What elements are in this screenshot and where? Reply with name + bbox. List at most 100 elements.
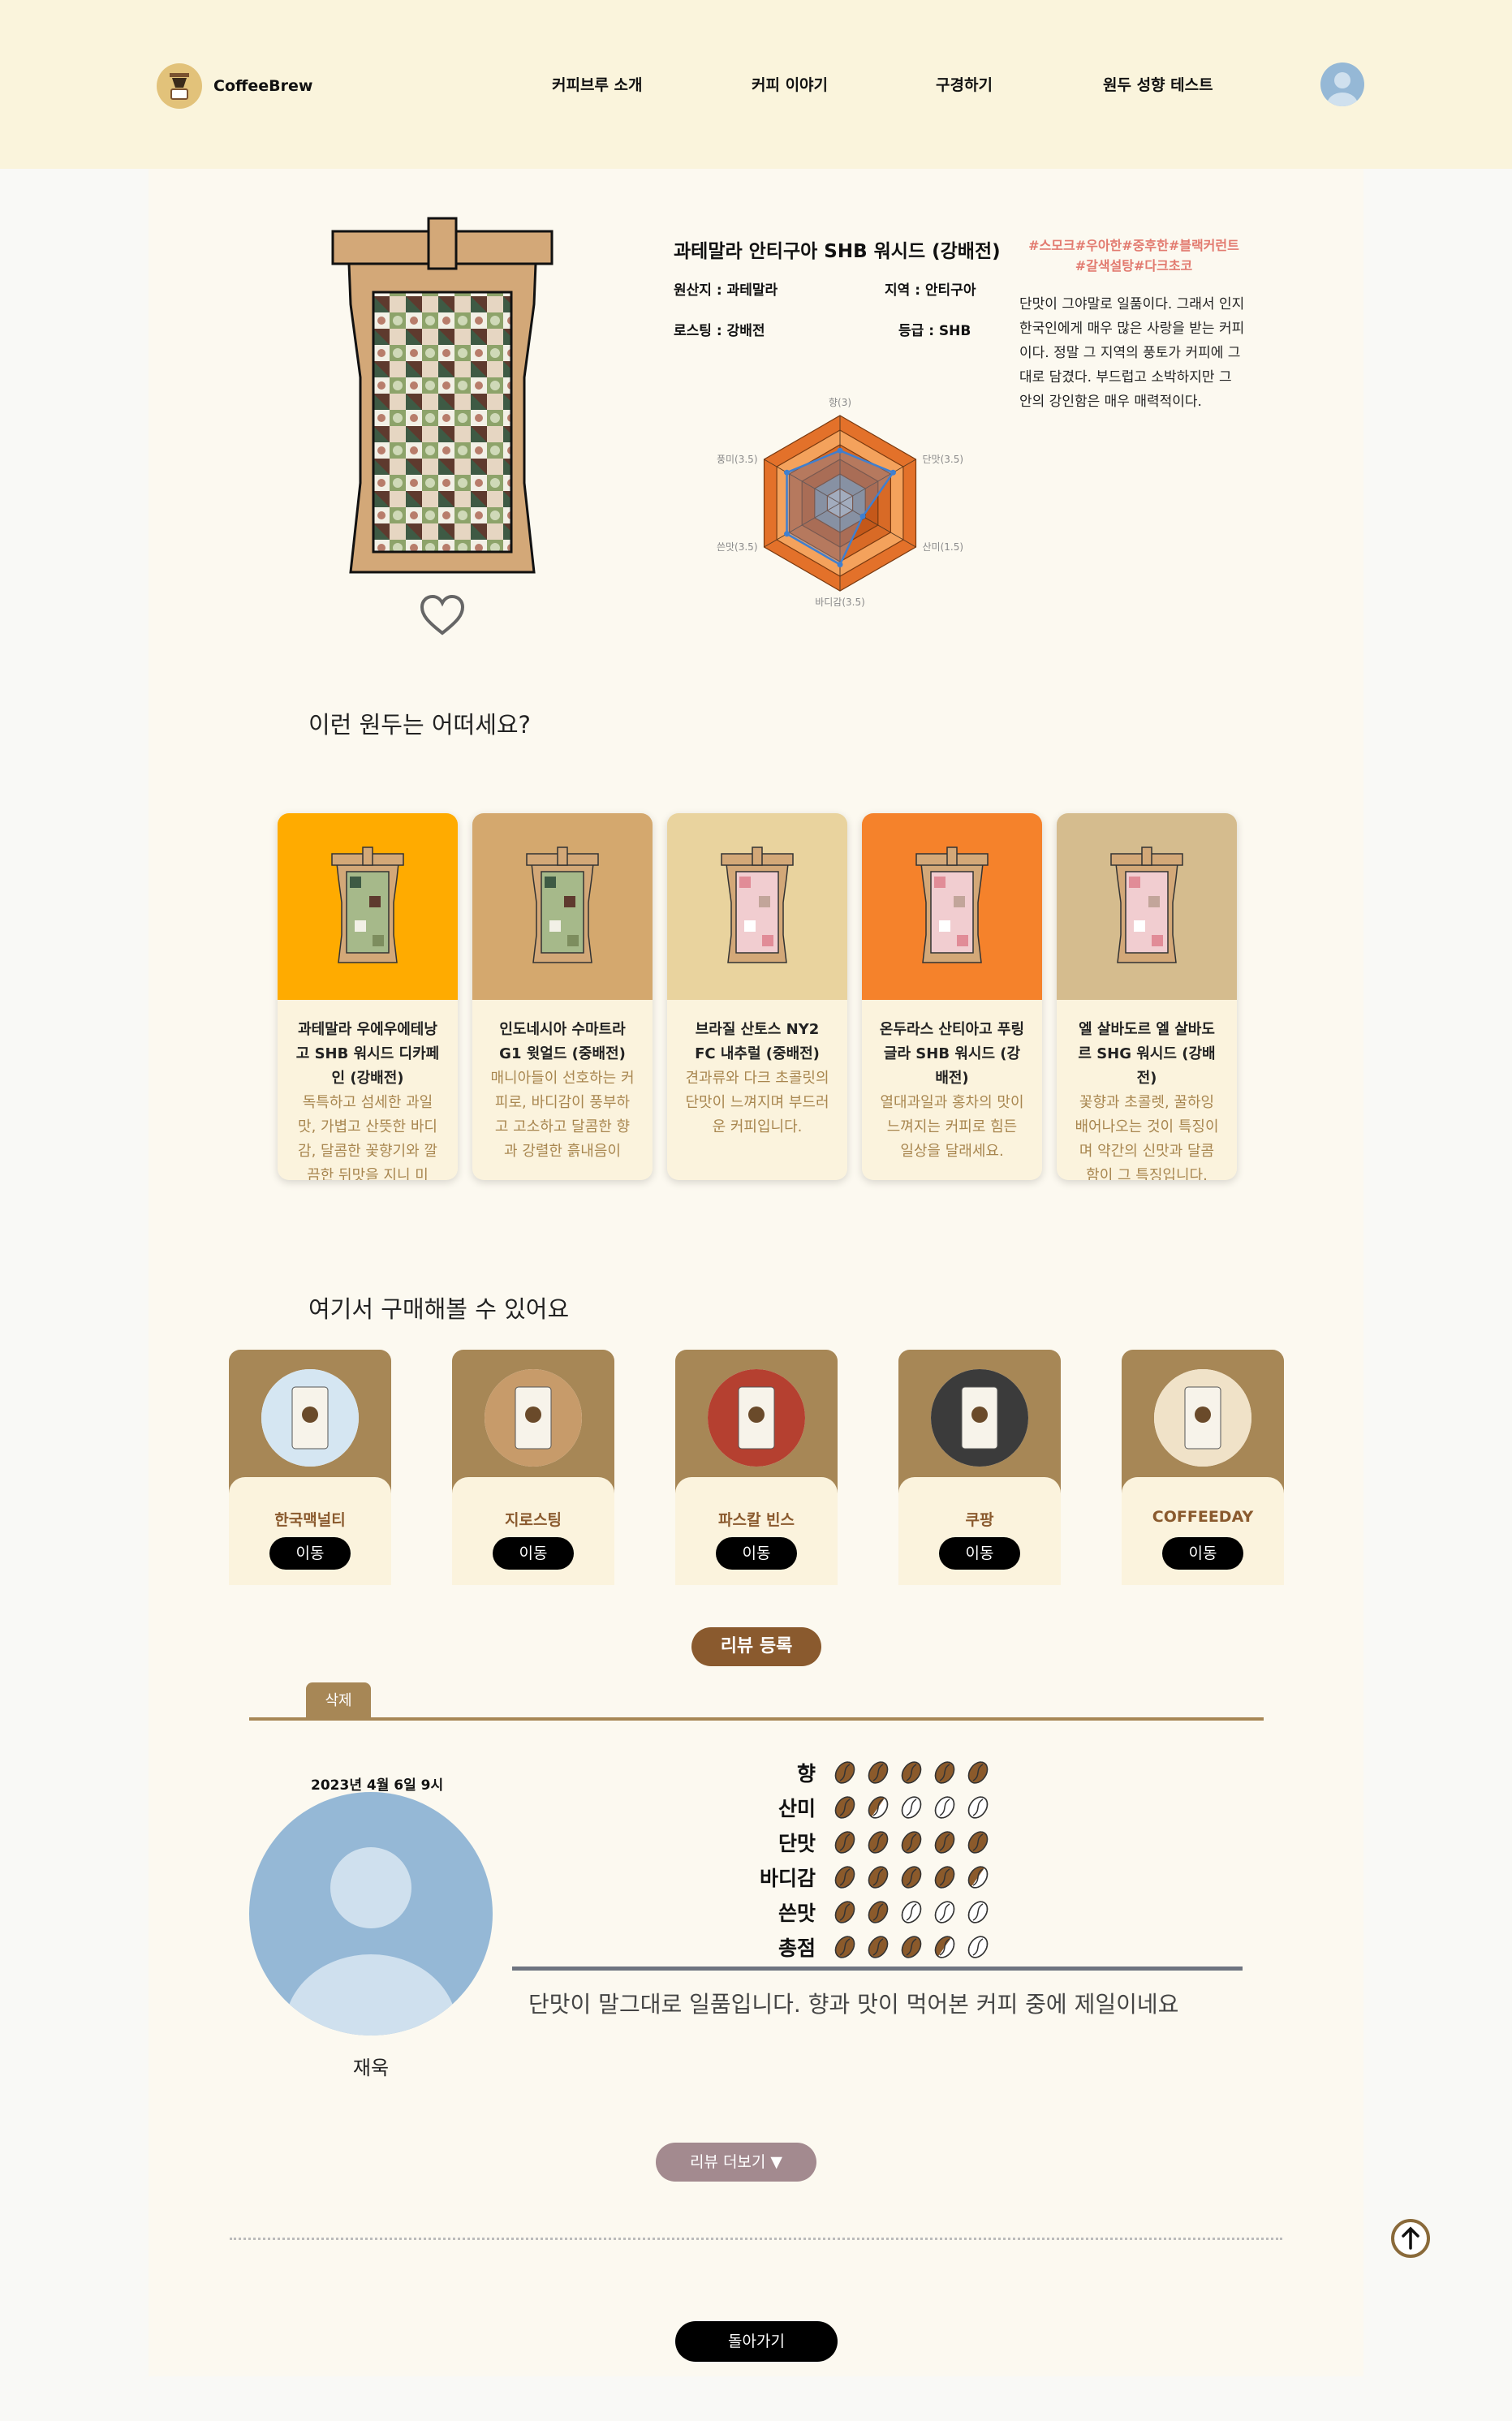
nav-bean-test[interactable]: 원두 성향 테스트 [1103,73,1213,95]
rating-beans [832,1829,991,1855]
scroll-top-icon[interactable] [1390,2218,1431,2259]
tags-line-1: #스모크#우아한#중후한#블랙커런트 [1028,238,1239,253]
rating-beans [832,1899,991,1925]
recommend-card[interactable]: 브라질 산토스 NY2 FC 내추럴 (중배전) 견과류와 다크 초콜릿의 단맛이… [667,813,847,1180]
shop-go-button[interactable]: 이동 [269,1537,351,1570]
coffee-bag-icon [526,846,599,963]
product-region: 지역 : 안티구아 [885,282,976,299]
coffee-bean-icon [868,1796,889,1819]
coffee-bag-icon [331,846,404,963]
recommend-card-desc: 열대과일과 홍차의 맛이 느껴지는 커피로 힘든 일상을 달래세요. [880,1094,1024,1160]
coffee-bean-icon [934,1796,955,1819]
recommend-card[interactable]: 온두라스 산티아고 푸링글라 SHB 워시드 (강배전) 열대과일과 홍차의 맛이… [862,813,1042,1180]
shop-card: COFFEEDAY 이동 [1122,1350,1284,1585]
shop-name: 지로스팅 [505,1511,562,1529]
recommend-card-desc: 독특하고 섬세한 과일맛, 가볍고 산뜻한 바디감, 달콤한 꽃향기와 깔끔한 … [298,1094,437,1180]
shop-go-button[interactable]: 이동 [493,1537,574,1570]
coffee-bean-icon [834,1936,855,1958]
more-reviews-button[interactable]: 리뷰 더보기 ▼ [656,2143,816,2182]
shop-card: 한국맥널티이동 [229,1350,391,1585]
coffee-bag-icon [915,846,989,963]
coffee-bean-icon [967,1761,989,1784]
shop-image [485,1369,582,1467]
recommend-card-name: 과테말라 우에우에테낭고 SHB 워시드 디카페인 (강배전) [295,1021,440,1087]
reviewer-avatar [249,1792,493,2035]
top-header: CoffeeBrew 커피브루 소개 커피 이야기 구경하기 원두 성향 테스트 [0,0,1512,169]
product-tags: #스모크#우아한#중후한#블랙커런트 #갈색설탕#다크초코 [1016,235,1251,276]
coffee-bean-icon [967,1936,989,1958]
shop-go-button[interactable]: 이동 [716,1537,797,1570]
radar-label: 향(3) [829,397,851,408]
review-divider [249,1717,1264,1721]
coffee-bean-icon [967,1831,989,1854]
logo[interactable]: CoffeeBrew [157,63,312,109]
back-button[interactable]: 돌아가기 [675,2321,838,2362]
nav-story[interactable]: 커피 이야기 [752,73,828,95]
coffee-bean-icon [901,1936,922,1958]
radar-label: 산미(1.5) [923,541,964,553]
radar-label: 쓴맛(3.5) [717,541,758,553]
recommend-card-image [472,813,653,1000]
coffee-bean-icon [967,1796,989,1819]
user-avatar[interactable] [1320,62,1364,106]
coffee-cup-icon [157,63,202,109]
shop-card: 파스칼 빈스이동 [675,1350,838,1585]
radar-data-point [784,469,790,476]
coffee-bean-icon [901,1866,922,1889]
recommend-card[interactable]: 인도네시아 수마트라 G1 윗얼드 (중배전) 매니아들이 선호하는 커피로, 바… [472,813,653,1180]
nav-about[interactable]: 커피브루 소개 [552,73,643,95]
heart-icon[interactable] [420,594,465,636]
recommend-card-image [1057,813,1237,1000]
product-title: 과테말라 안티구아 SHB 워시드 (강배전) [674,241,1001,262]
review-text: 단맛이 말그대로 일품입니다. 향과 맛이 먹어본 커피 중에 제일이네요 [528,1991,1179,2018]
shop-name: 한국맥널티 [274,1511,346,1529]
radar-label: 단맛(3.5) [923,454,964,465]
recommend-card-name: 온두라스 산티아고 푸링글라 SHB 워시드 (강배전) [879,1021,1025,1087]
recommend-card[interactable]: 엘 살바도르 엘 살바도르 SHG 워시드 (강배전) 꽃향과 초콜렛, 꿀하잉배… [1057,813,1237,1180]
user-icon [1327,72,1358,106]
coffee-bean-icon [934,1761,955,1784]
shop-name: 쿠팡 [965,1511,994,1529]
coffee-bean-icon [834,1796,855,1819]
shop-go-button[interactable]: 이동 [1162,1537,1243,1570]
coffee-bean-icon [934,1831,955,1854]
shop-image [1154,1369,1251,1467]
shop-name: COFFEEDAY [1152,1508,1254,1526]
coffee-bean-icon [967,1901,989,1923]
coffee-bean-icon [901,1831,922,1854]
coffee-bag-icon [1110,846,1183,963]
rating-label: 총점 [778,1936,816,1960]
coffee-bean-icon [868,1936,889,1958]
product-origin: 원산지 : 과테말라 [674,282,778,299]
rating-label: 쓴맛 [778,1902,816,1925]
coffee-bean-icon [901,1761,922,1784]
coffee-bean-icon [868,1831,889,1854]
radar-data-point [859,513,866,519]
coffee-bean-icon [868,1866,889,1889]
shop-name: 파스칼 빈스 [717,1511,795,1529]
rating-label: 바디감 [759,1867,816,1890]
dotted-divider [230,2238,1282,2240]
tags-line-2: #갈색설탕#다크초코 [1075,258,1193,274]
review-delete-button[interactable]: 삭제 [306,1682,371,1719]
shop-image [261,1369,359,1467]
coffee-bean-icon [901,1796,922,1819]
coffee-bag-icon [721,846,794,963]
shop-go-button[interactable]: 이동 [939,1537,1020,1570]
recommend-card[interactable]: 과테말라 우에우에테낭고 SHB 워시드 디카페인 (강배전) 독특하고 섬세한 … [278,813,458,1180]
logo-text: CoffeeBrew [213,77,313,95]
nav-browse[interactable]: 구경하기 [936,73,993,95]
radar-data-point [890,469,896,476]
coffee-bean-icon [934,1866,955,1889]
recommend-card-name: 인도네시아 수마트라 G1 윗얼드 (중배전) [499,1021,626,1062]
recommend-card-desc: 꽃향과 초콜렛, 꿀하잉배어나오는 것이 특징이며 약간의 신맛과 달콤함이 그… [1075,1094,1219,1180]
coffee-bean-icon [934,1936,955,1958]
recommend-title: 이런 원두는 어떠세요? [308,711,531,739]
shop-card: 지로스팅이동 [452,1350,614,1585]
radar-data-point [784,531,790,537]
review-register-button[interactable]: 리뷰 등록 [691,1627,821,1666]
coffee-bean-icon [967,1866,989,1889]
recommend-card-name: 브라질 산토스 NY2 FC 내추럴 (중배전) [695,1021,820,1062]
coffee-bean-icon [934,1901,955,1923]
product-description: 단맛이 그야말로 일품이다. 그래서 인지 한국인에게 매우 많은 사랑을 받는… [1019,296,1245,410]
